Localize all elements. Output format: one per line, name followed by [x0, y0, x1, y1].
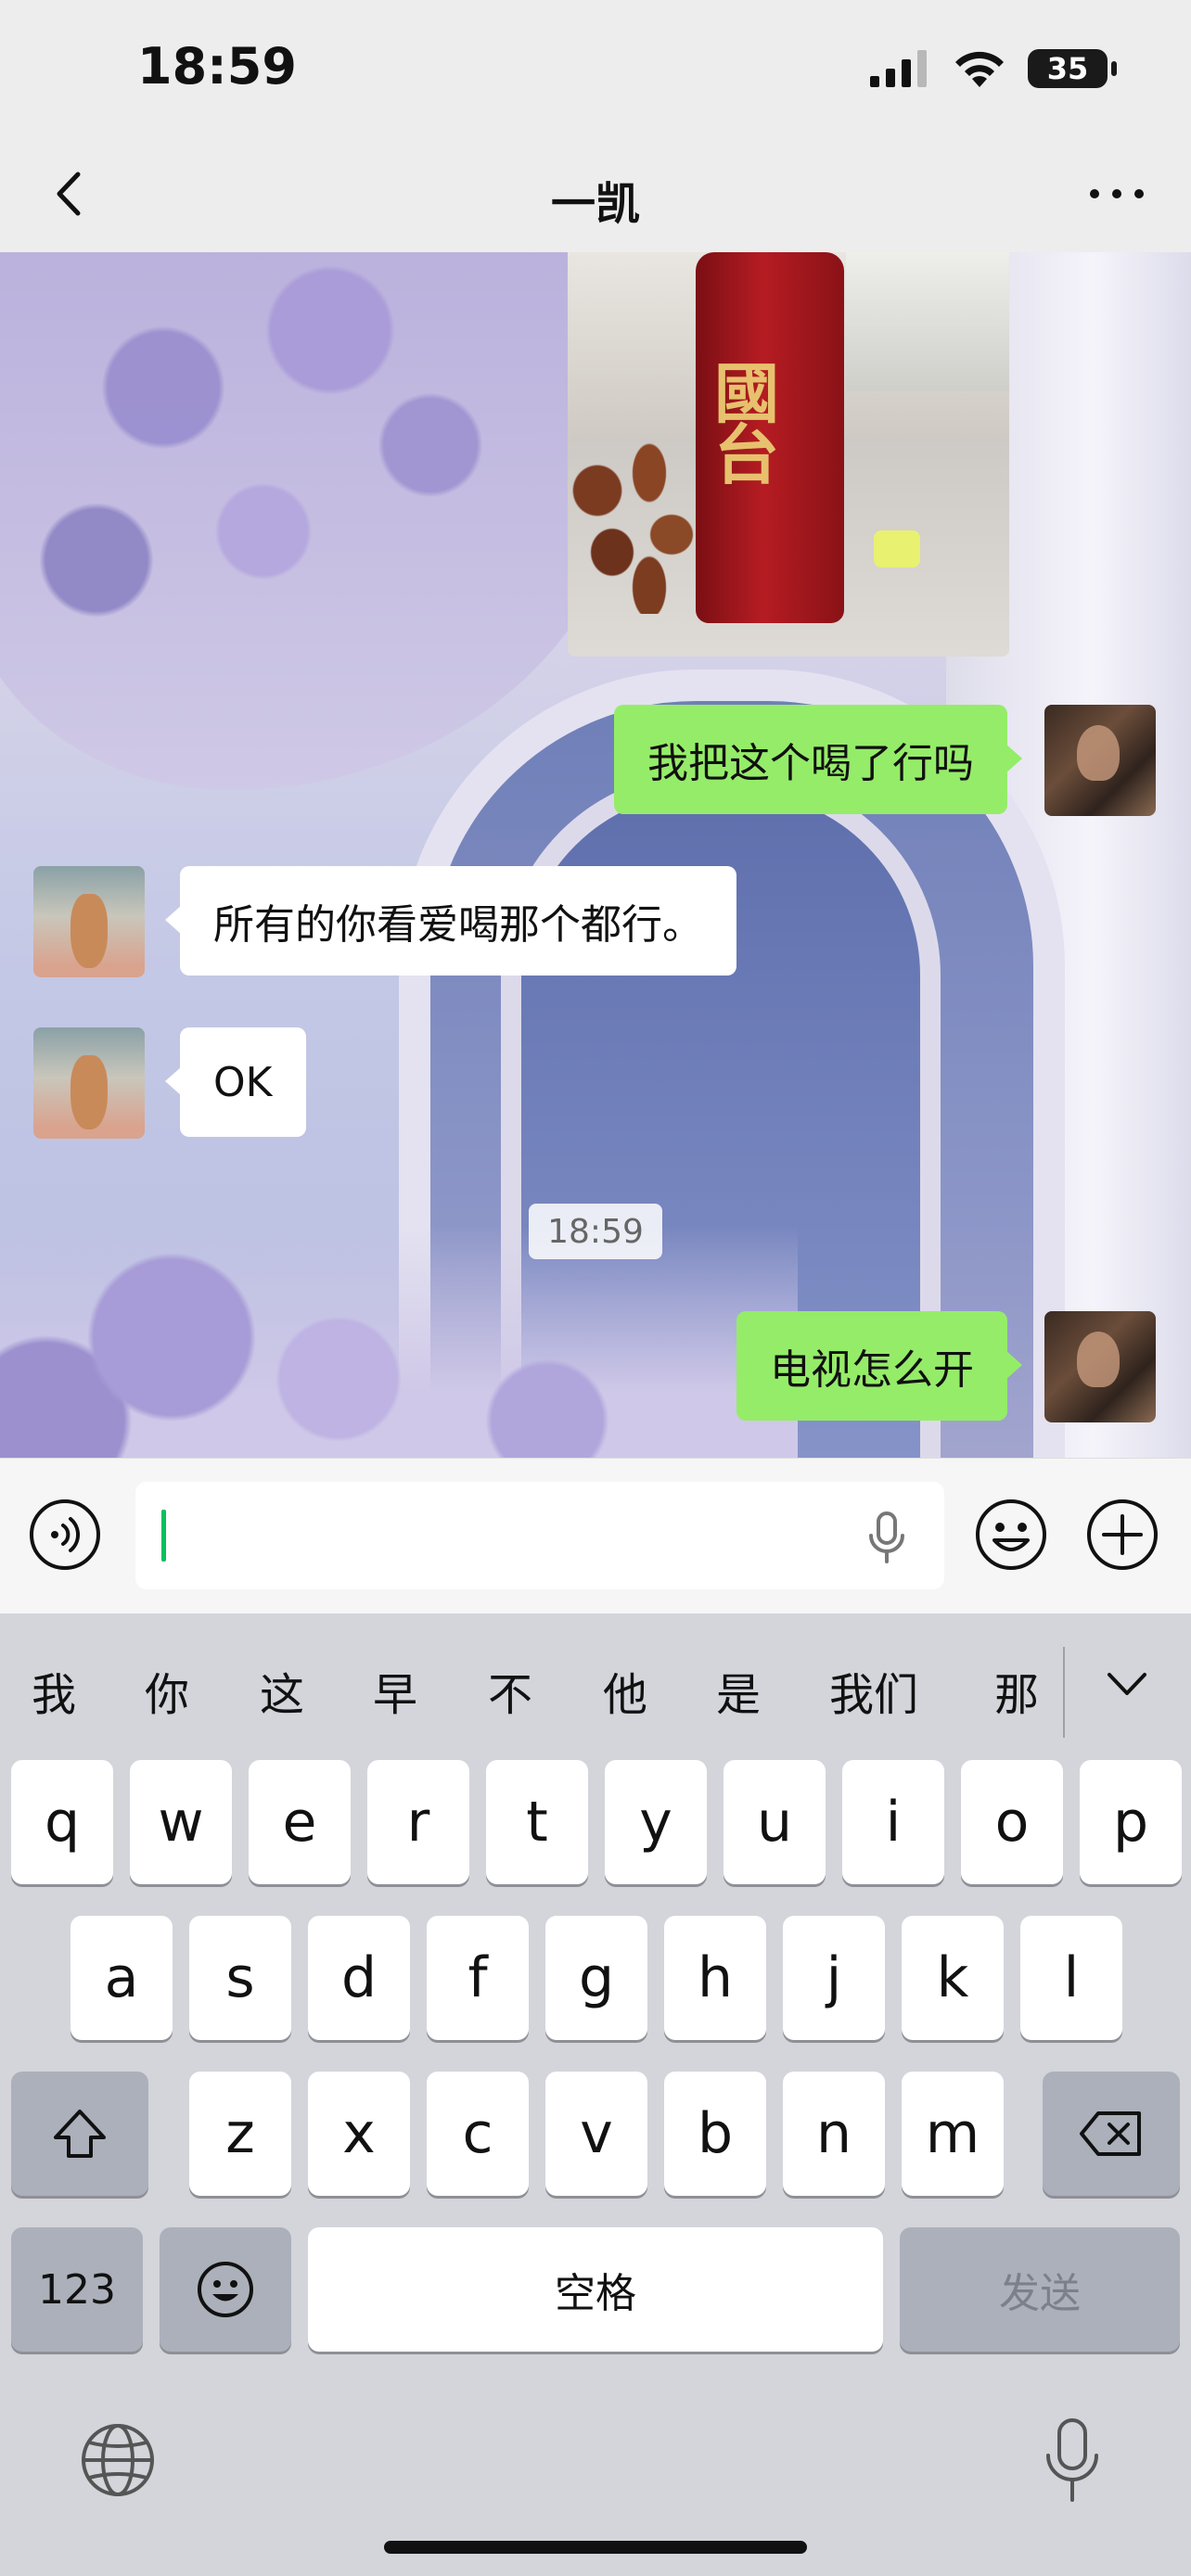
key-p[interactable]: p: [1080, 1760, 1182, 1884]
chevron-down-icon[interactable]: [1104, 1665, 1150, 1702]
bottle-label: 國台: [714, 355, 779, 493]
candidate-word[interactable]: 是: [716, 1658, 761, 1723]
key-r[interactable]: r: [367, 1760, 469, 1884]
candidate-word[interactable]: 不: [488, 1658, 532, 1723]
key-e[interactable]: e: [249, 1760, 351, 1884]
key-l[interactable]: l: [1020, 1916, 1122, 2040]
home-indicator[interactable]: [384, 2541, 807, 2554]
emoji-icon[interactable]: [974, 1498, 1048, 1572]
shift-key[interactable]: [11, 2072, 148, 2196]
key-w[interactable]: w: [130, 1760, 232, 1884]
candidate-word[interactable]: 早: [373, 1658, 417, 1723]
key-k[interactable]: k: [902, 1916, 1004, 2040]
chat-area[interactable]: 國台 我把这个喝了行吗 所有的你看爱喝那个都行。 OK 18:59 电视怎么开: [0, 252, 1191, 1458]
nav-bar: 一凯: [0, 139, 1191, 252]
input-bar: [0, 1458, 1191, 1614]
status-bar: 18:59 35: [0, 0, 1191, 139]
key-y[interactable]: y: [605, 1760, 707, 1884]
message-text: OK: [213, 1058, 273, 1106]
key-d[interactable]: d: [308, 1916, 410, 2040]
key-j[interactable]: j: [783, 1916, 885, 2040]
key-n[interactable]: n: [783, 2072, 885, 2196]
candidate-word[interactable]: 你: [145, 1658, 189, 1723]
chat-background-flowers: [0, 252, 631, 790]
battery-icon: 35: [1028, 49, 1117, 88]
message-text: 电视怎么开: [770, 1346, 974, 1394]
image-message[interactable]: 國台: [568, 252, 1009, 657]
voice-mode-icon[interactable]: [28, 1498, 102, 1572]
candidate-word[interactable]: 这: [260, 1658, 304, 1723]
status-icons: 35: [870, 48, 1117, 89]
key-x[interactable]: x: [308, 2072, 410, 2196]
candidate-word[interactable]: 那: [994, 1658, 1039, 1723]
message-bubble-sent[interactable]: 我把这个喝了行吗: [614, 705, 1022, 814]
shift-icon: [54, 2110, 106, 2158]
candidate-divider: [1063, 1647, 1065, 1738]
dictation-icon[interactable]: [1044, 2417, 1100, 2506]
emoji-icon: [198, 2262, 253, 2317]
add-icon[interactable]: [1085, 1498, 1159, 1572]
candidate-word[interactable]: 我: [32, 1658, 76, 1723]
chat-title: 一凯: [550, 178, 640, 230]
backspace-icon: [1080, 2111, 1141, 2156]
candidate-word[interactable]: 他: [603, 1658, 647, 1723]
microphone-icon[interactable]: [866, 1511, 907, 1563]
key-q[interactable]: q: [11, 1760, 113, 1884]
text-cursor: [161, 1510, 166, 1562]
keyboard: 我 你 这 早 不 他 是 我们 那 q w e r t y u i o p a…: [0, 1613, 1191, 2576]
key-f[interactable]: f: [427, 1916, 529, 2040]
globe-icon[interactable]: [80, 2422, 156, 2498]
contact-avatar[interactable]: [33, 866, 145, 977]
my-avatar[interactable]: [1044, 1311, 1156, 1422]
emoji-key[interactable]: [160, 2227, 291, 2352]
message-input[interactable]: [135, 1482, 944, 1589]
message-bubble-received[interactable]: 所有的你看爱喝那个都行。: [165, 866, 736, 976]
contact-avatar[interactable]: [33, 1027, 145, 1139]
photo-lighter: [874, 530, 920, 567]
key-h[interactable]: h: [664, 1916, 766, 2040]
key-b[interactable]: b: [664, 2072, 766, 2196]
key-o[interactable]: o: [961, 1760, 1063, 1884]
candidate-bar: 我 你 这 早 不 他 是 我们 那: [0, 1613, 1191, 1753]
key-s[interactable]: s: [189, 1916, 291, 2040]
message-bubble-sent[interactable]: 电视怎么开: [736, 1311, 1022, 1421]
message-bubble-received[interactable]: OK: [165, 1027, 306, 1137]
key-z[interactable]: z: [189, 2072, 291, 2196]
key-v[interactable]: v: [545, 2072, 647, 2196]
send-key[interactable]: 发送: [900, 2227, 1180, 2352]
key-t[interactable]: t: [486, 1760, 588, 1884]
key-g[interactable]: g: [545, 1916, 647, 2040]
my-avatar[interactable]: [1044, 705, 1156, 816]
chat-background-flowers-bottom: [0, 1226, 798, 1458]
key-i[interactable]: i: [842, 1760, 944, 1884]
status-time: 18:59: [137, 37, 297, 96]
space-key[interactable]: 空格: [308, 2227, 883, 2352]
key-m[interactable]: m: [902, 2072, 1004, 2196]
key-u[interactable]: u: [724, 1760, 826, 1884]
wifi-icon: [955, 51, 1004, 87]
photo-device: [846, 252, 1009, 391]
message-text: 我把这个喝了行吗: [647, 740, 974, 787]
photo-beads: [568, 438, 716, 614]
message-text: 所有的你看爱喝那个都行。: [213, 901, 703, 949]
backspace-key[interactable]: [1043, 2072, 1180, 2196]
key-a[interactable]: a: [70, 1916, 173, 2040]
key-c[interactable]: c: [427, 2072, 529, 2196]
candidate-word[interactable]: 我们: [829, 1658, 918, 1723]
more-icon[interactable]: [1080, 161, 1154, 226]
timestamp-separator: 18:59: [529, 1204, 662, 1259]
numbers-key[interactable]: 123: [11, 2227, 143, 2352]
signal-icon: [870, 50, 927, 87]
